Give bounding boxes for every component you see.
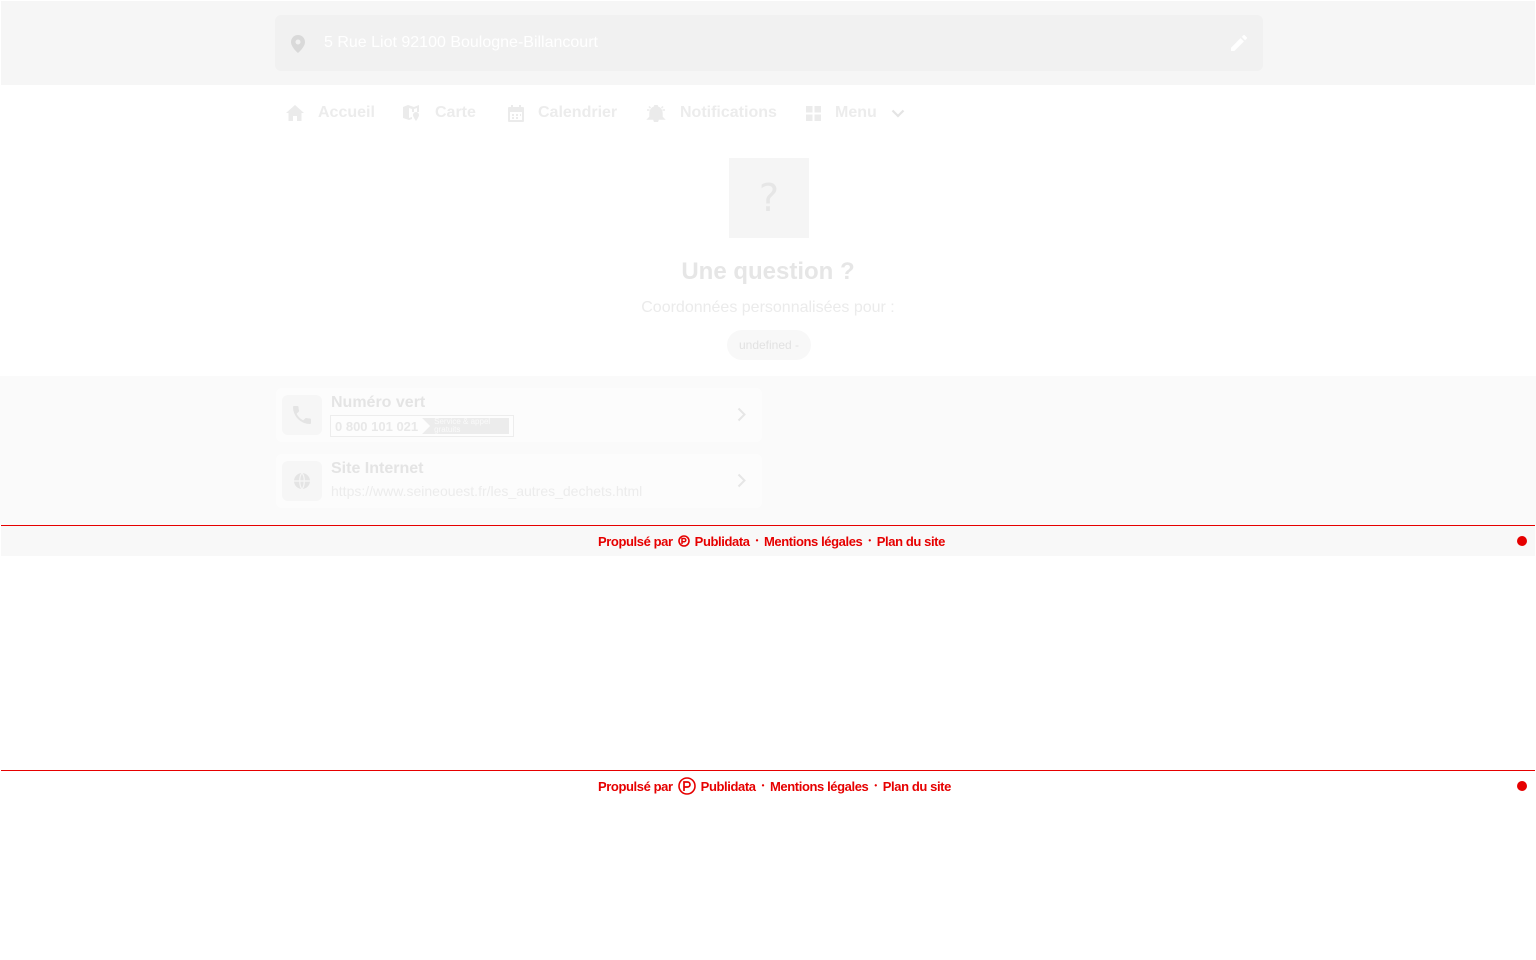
chevron-right-icon [737,473,746,493]
pencil-icon[interactable] [1231,35,1247,56]
publidata-link[interactable]: Publidata [695,534,750,549]
home-icon [286,105,304,121]
address-chip[interactable]: undefined - [727,330,811,360]
nav-label: Notifications [680,104,777,121]
publidata-logo-icon [677,535,690,547]
website-title: Site Internet [331,460,424,477]
publidata-logo-icon [677,777,696,795]
nav-item-accueil[interactable]: Accueil [286,86,375,140]
question-subtitle: Coordonnées personnalisées pour : [641,299,895,316]
sitemap-link[interactable]: Plan du site [877,534,946,549]
nav-label: Carte [435,104,476,121]
nav-item-notifications[interactable]: Notifications [646,86,777,140]
footer-separator: • [755,536,759,545]
nav-item-menu[interactable]: Menu [806,86,905,140]
question-section: ? Une question ? Coordonnées personnalis… [0,140,1536,376]
phone-number: 0 800 101 021 [335,418,419,434]
footer: Propulsé par Publidata • Mentions légale… [1,770,1535,801]
nav-label: Accueil [318,104,375,121]
phone-free-tag: Service & appel gratuits [422,418,509,434]
globe-icon [282,461,322,501]
status-dot-icon [1517,781,1527,791]
nav-label: Menu [835,104,877,121]
powered-by-text: Propulsé par [598,778,673,794]
map-icon [403,105,419,121]
website-url[interactable]: https://www.seineouest.fr/les_autres_dec… [331,483,642,499]
status-dot-icon [1517,536,1527,546]
powered-by-text: Propulsé par [598,533,673,549]
address-field[interactable]: 5 Rue Liot 92100 Boulogne-Billancourt [275,15,1263,71]
address-text: 5 Rue Liot 92100 Boulogne-Billancourt [324,34,598,51]
grid-icon [806,105,821,121]
website-card[interactable]: Site Internet https://www.seineouest.fr/… [276,454,762,508]
phone-title: Numéro vert [331,394,426,411]
location-pin-icon [291,35,305,58]
chevron-down-icon [891,109,905,118]
legal-notice-link[interactable]: Mentions légales [764,534,863,549]
nav-label: Calendrier [538,104,618,121]
phone-number-badge[interactable]: 0 800 101 021 Service & appel gratuits [330,415,514,437]
footer-links: Propulsé par Publidata • Mentions légale… [598,526,945,556]
nav-item-carte[interactable]: Carte [403,86,476,140]
question-mark-icon: ? [729,158,809,238]
phone-icon [282,395,322,435]
calendar-icon [508,104,524,122]
footer-links: Propulsé par Publidata • Mentions légale… [598,771,951,801]
address-bar: 5 Rue Liot 92100 Boulogne-Billancourt [1,1,1535,85]
footer: Propulsé par Publidata • Mentions légale… [1,525,1535,556]
question-title: Une question ? [681,258,855,285]
footer-separator: • [874,781,877,790]
chevron-right-icon [737,407,746,427]
footer-separator: • [761,781,765,790]
main-navigation: Accueil Carte Calendrier Notifications M… [0,86,1536,140]
phone-card[interactable]: Numéro vert 0 800 101 021 Service & appe… [276,388,762,442]
footer-separator: • [868,536,871,545]
bell-icon [646,104,666,122]
contacts-section: Numéro vert 0 800 101 021 Service & appe… [0,376,1536,525]
legal-notice-link[interactable]: Mentions légales [770,779,869,794]
publidata-link[interactable]: Publidata [701,779,756,794]
sitemap-link[interactable]: Plan du site [883,779,952,794]
nav-item-calendrier[interactable]: Calendrier [508,86,617,140]
